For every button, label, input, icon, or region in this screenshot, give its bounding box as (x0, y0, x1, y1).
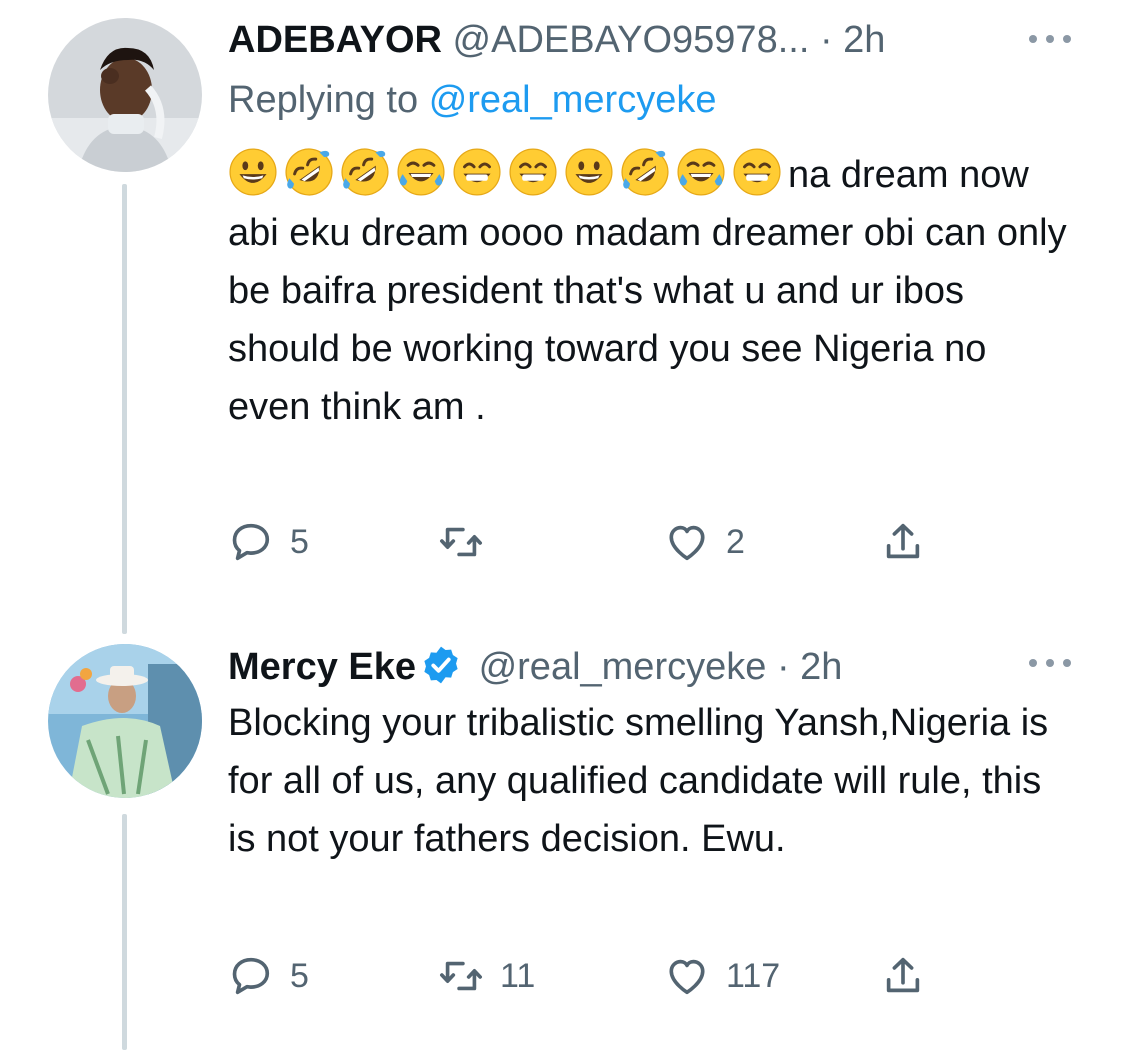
beaming-face-emoji-icon (508, 147, 558, 197)
replying-to: Replying to @real_mercyeke (228, 78, 716, 122)
retweet-button[interactable] (438, 512, 500, 572)
share-button[interactable] (880, 946, 926, 1006)
tears-of-joy-face-emoji-icon (676, 147, 726, 197)
like-button[interactable]: 117 (664, 946, 780, 1006)
beaming-face-emoji-icon (732, 147, 782, 197)
share-button[interactable] (880, 512, 926, 572)
more-options-icon[interactable] (1029, 32, 1073, 46)
heart-icon (669, 525, 705, 561)
like-count: 117 (726, 956, 781, 995)
thread-connector-line (122, 184, 127, 634)
tweet-actions: 5 2 (228, 512, 948, 572)
more-options-icon[interactable] (1029, 656, 1073, 670)
avatar-adebayor[interactable] (48, 18, 202, 172)
retweet-count: 11 (500, 956, 536, 995)
rofl-face-emoji-icon (620, 147, 670, 197)
rofl-face-emoji-icon (284, 147, 334, 197)
share-icon (886, 957, 920, 993)
like-button[interactable]: 2 (664, 512, 745, 572)
tweet-header: ADEBAYOR @ADEBAYO95978... · 2h (228, 18, 1065, 62)
timestamp[interactable]: 2h (843, 19, 885, 61)
grinning-face-emoji-icon (228, 147, 278, 197)
user-handle[interactable]: @ADEBAYO95978... (453, 19, 810, 61)
grinning-face-emoji-icon (564, 147, 614, 197)
beaming-face-emoji-icon (452, 147, 502, 197)
reply-icon (232, 523, 270, 561)
user-handle[interactable]: @real_mercyeke (479, 646, 767, 688)
display-name[interactable]: Mercy Eke (228, 646, 416, 688)
tweet-adebayor[interactable]: ADEBAYOR @ADEBAYO95978... · 2h Replying … (0, 0, 1125, 640)
tweet-header: Mercy Eke @real_mercyeke · 2h (228, 644, 1065, 689)
tears-of-joy-face-emoji-icon (396, 147, 446, 197)
replying-to-handle-link[interactable]: @real_mercyeke (429, 79, 717, 121)
reply-count: 5 (290, 956, 309, 995)
reply-icon (232, 957, 270, 995)
retweet-button[interactable]: 11 (438, 946, 535, 1006)
timestamp[interactable]: 2h (800, 646, 842, 688)
like-count: 2 (726, 522, 745, 561)
reply-count: 5 (290, 522, 309, 561)
tweet-text: Blocking your tribalistic smelling Yansh… (228, 702, 1049, 860)
rofl-face-emoji-icon (340, 147, 390, 197)
heart-icon (669, 959, 705, 995)
share-icon (886, 523, 920, 559)
tweet-actions: 5 11 117 (228, 946, 948, 1006)
tweet-text: na dream now abi eku dream oooo madam dr… (228, 146, 1078, 436)
verified-badge-icon (420, 644, 462, 686)
emoji-sequence (228, 148, 788, 196)
separator-dot: · (819, 19, 833, 61)
replying-to-label: Replying to (228, 79, 419, 121)
separator-dot: · (776, 646, 790, 688)
tweet-mercy-eke[interactable]: Mercy Eke @real_mercyeke · 2h Blocking y… (0, 640, 1125, 1050)
retweet-icon (440, 961, 482, 991)
retweet-icon (440, 527, 482, 557)
avatar-mercy-eke[interactable] (48, 644, 202, 798)
reply-button[interactable]: 5 (228, 512, 309, 572)
display-name[interactable]: ADEBAYOR (228, 19, 442, 61)
thread-connector-line (122, 814, 127, 1050)
reply-button[interactable]: 5 (228, 946, 309, 1006)
